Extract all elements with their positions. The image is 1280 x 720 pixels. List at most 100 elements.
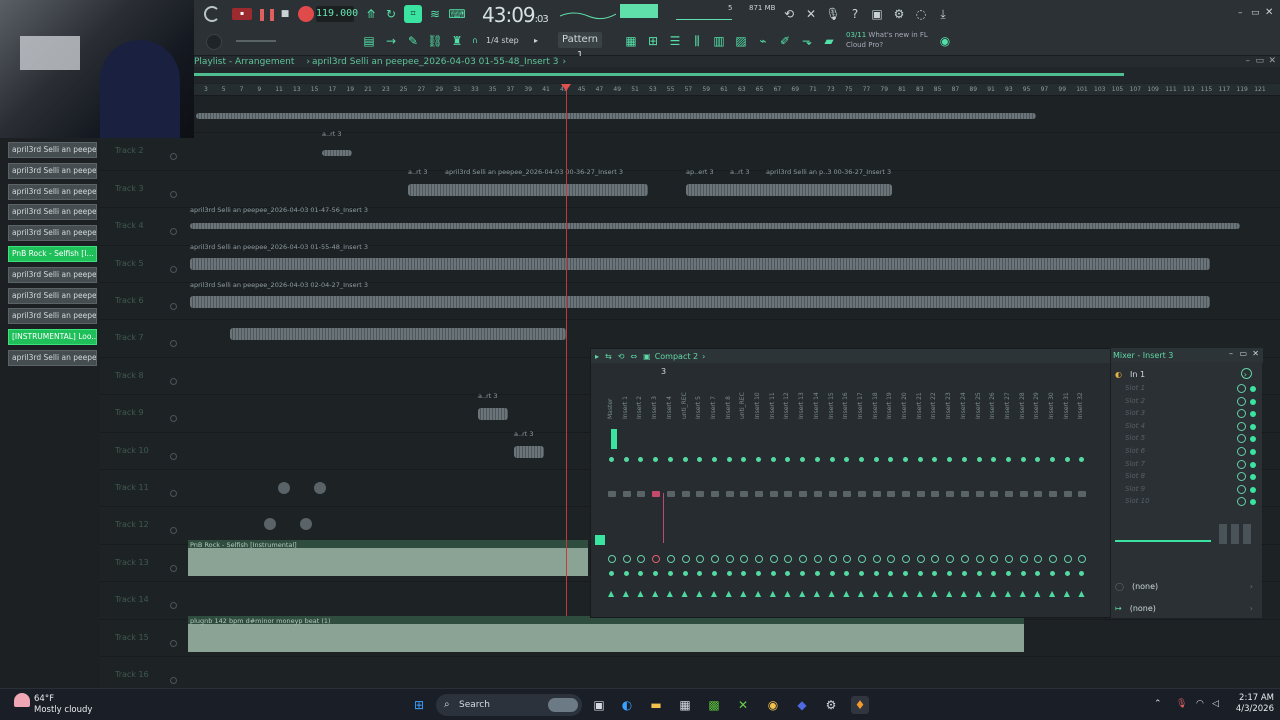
mixer-strip-route-led[interactable] (726, 571, 732, 576)
mixer-strip-active-led[interactable] (947, 457, 953, 462)
link-icon[interactable]: ⛓ (426, 32, 444, 50)
mixer-strip-fader[interactable] (990, 491, 999, 497)
download-icon[interactable]: ⤓ (934, 5, 952, 23)
mixer-strip[interactable]: Insert 1 ▲ (620, 379, 634, 609)
mixer-strip[interactable]: Insert 22 ▲ (928, 379, 942, 609)
taskbar-clock[interactable]: 2:17 AM 4/3/2026 (1222, 693, 1274, 715)
mixer-strip-send-arrow-icon[interactable]: ▲ (770, 589, 776, 598)
mixer-strip-pan-knob[interactable] (902, 555, 910, 563)
effect-slot-mix-knob[interactable] (1237, 472, 1246, 482)
mixer-strip-pan-knob[interactable] (960, 555, 969, 563)
mixer-strip-route-led[interactable] (785, 571, 791, 576)
mixer-strip-fader[interactable] (725, 491, 734, 497)
mixer-strip-route-led[interactable] (903, 571, 908, 576)
effect-slot[interactable]: Slot 8 (1125, 472, 1145, 480)
effect-slot[interactable]: Slot 4 (1125, 422, 1145, 430)
mixer-strip-active-led[interactable] (653, 457, 659, 462)
mixer-strip-active-led[interactable] (1064, 457, 1070, 462)
mixer-strip[interactable]: Insert 13 ▲ (796, 379, 810, 609)
mixer-strip-fader[interactable] (828, 491, 837, 497)
mixer-strip[interactable]: Insert 2 ▲ (634, 379, 648, 609)
mixer-strip-route-led[interactable] (770, 571, 776, 576)
mixer-strip-active-led[interactable] (1079, 457, 1085, 462)
mixer-strip-route-led[interactable] (1035, 571, 1041, 576)
pattern-selector[interactable]: Pattern 1 (558, 32, 602, 61)
playlist-close-button[interactable]: ✕ (1268, 56, 1276, 66)
effect-slot-enable-led[interactable] (1250, 398, 1256, 405)
mixer-strip-pan-knob[interactable] (637, 555, 646, 563)
mixer-strip-fader[interactable] (666, 491, 675, 497)
mixer-strip-pan-knob[interactable] (1019, 555, 1028, 563)
song-time-display[interactable]: 43:09:03 (482, 3, 549, 27)
mixer-strip[interactable]: Insert 21 ▲ (914, 379, 928, 609)
track-mute-toggle[interactable] (170, 265, 177, 273)
close-button[interactable]: ✕ (1265, 7, 1273, 18)
store-icon[interactable]: ▦ (676, 696, 694, 714)
mixer-strip-active-led[interactable] (814, 457, 820, 462)
mixer-strip-active-led[interactable] (932, 457, 938, 462)
browser-icon[interactable]: ▥ (710, 32, 728, 50)
mixer-strip[interactable]: Insert 14 ▲ (811, 379, 825, 609)
effect-slot-enable-led[interactable] (1250, 423, 1256, 430)
track-name[interactable]: Track 5 (115, 259, 144, 268)
save-icon[interactable]: ▣ (868, 5, 886, 23)
mixer-strip-active-led[interactable] (829, 457, 835, 462)
tools-icon[interactable]: ✕ (802, 5, 820, 23)
typing-keyboard-icon[interactable]: ⌨ (448, 5, 466, 23)
insert-fader-2[interactable] (1231, 524, 1239, 544)
mixer-strip-active-led[interactable] (873, 457, 879, 462)
mixer-strip-fader[interactable] (931, 491, 940, 497)
mixer-strip[interactable]: Insert 17 ▲ (855, 379, 869, 609)
mixer-strip[interactable]: Insert 15 ▲ (826, 379, 840, 609)
mixer-strip-pan-knob[interactable] (725, 555, 734, 563)
effect-slot[interactable]: Slot 1 (1125, 384, 1145, 392)
track-name[interactable]: Track 13 (115, 558, 149, 567)
mixer-strip-send-arrow-icon[interactable]: ▲ (858, 589, 864, 598)
track-name[interactable]: Track 3 (115, 184, 144, 193)
mixer-strip-active-led[interactable] (682, 457, 688, 462)
mixer-strip-route-led[interactable] (667, 571, 673, 576)
play-button[interactable]: ❚❚ (257, 5, 277, 23)
mixer-strip-send-arrow-icon[interactable]: ▲ (1020, 589, 1026, 598)
mixer-strip[interactable]: Insert 29 ▲ (1031, 379, 1045, 609)
mixer-strip-fader[interactable] (857, 491, 866, 497)
mixer-strip-route-led[interactable] (858, 571, 864, 576)
channel-button[interactable]: [INSTRUMENTAL] Loo... (8, 329, 97, 346)
minimize-button[interactable]: – (1238, 8, 1243, 18)
master-volume-knob[interactable] (206, 34, 222, 50)
mixer-strip[interactable]: Insert 26 ▲ (987, 379, 1001, 609)
effect-slot-mix-knob[interactable] (1237, 384, 1246, 393)
mixer-strip-route-led[interactable] (756, 571, 761, 576)
effect-slot-mix-knob[interactable] (1237, 497, 1246, 507)
mixer-strip-route-led[interactable] (844, 571, 850, 576)
mixer-strip-fader[interactable] (916, 491, 925, 497)
mixer-strip-active-led[interactable] (917, 457, 923, 462)
insert-fader-1[interactable] (1219, 524, 1227, 544)
track-mute-toggle[interactable] (170, 564, 177, 572)
mixer-strip-send-arrow-icon[interactable]: ▲ (902, 589, 908, 598)
mixer-strip[interactable]: Insert 20 ▲ (899, 379, 913, 609)
mixer-strip-fader[interactable] (872, 491, 881, 497)
mixer-strip-pan-knob[interactable] (813, 555, 822, 563)
mixer-strip[interactable]: Insert 28 ▲ (1017, 379, 1031, 609)
tray-overflow-icon[interactable]: ⌃ (1154, 699, 1162, 709)
mixer-strip-active-led[interactable] (844, 457, 850, 462)
mixer-strip-route-led[interactable] (623, 571, 629, 576)
mixer-strip-active-led[interactable] (858, 457, 864, 462)
mixer-strip-send-arrow-icon[interactable]: ▲ (961, 589, 967, 598)
mixer-strip-pan-knob[interactable] (755, 555, 763, 563)
mixer-strip-send-arrow-icon[interactable]: ▲ (1064, 589, 1070, 598)
mixer-strip-route-led[interactable] (682, 571, 688, 576)
channel-button[interactable]: april3rd Selli an peepee... (8, 183, 97, 200)
mixer-strip-active-led[interactable] (991, 457, 997, 462)
mixer-strip-send-arrow-icon[interactable]: ▲ (755, 589, 761, 598)
mixer-strip-fader[interactable] (681, 491, 690, 497)
effect-slot[interactable]: Slot 2 (1125, 397, 1145, 405)
mixer-strip-send-arrow-icon[interactable]: ▲ (1049, 589, 1055, 598)
mixer-strip-route-led[interactable] (829, 571, 835, 576)
mixer-strip-pan-knob[interactable] (1004, 555, 1013, 563)
playlist-file-name[interactable]: april3rd Selli an peepee_2026-04-03 01-5… (312, 57, 558, 67)
mixer-strip-pan-knob[interactable] (784, 555, 793, 563)
effect-slot-enable-led[interactable] (1250, 461, 1256, 468)
track-name[interactable]: Track 4 (115, 221, 144, 230)
